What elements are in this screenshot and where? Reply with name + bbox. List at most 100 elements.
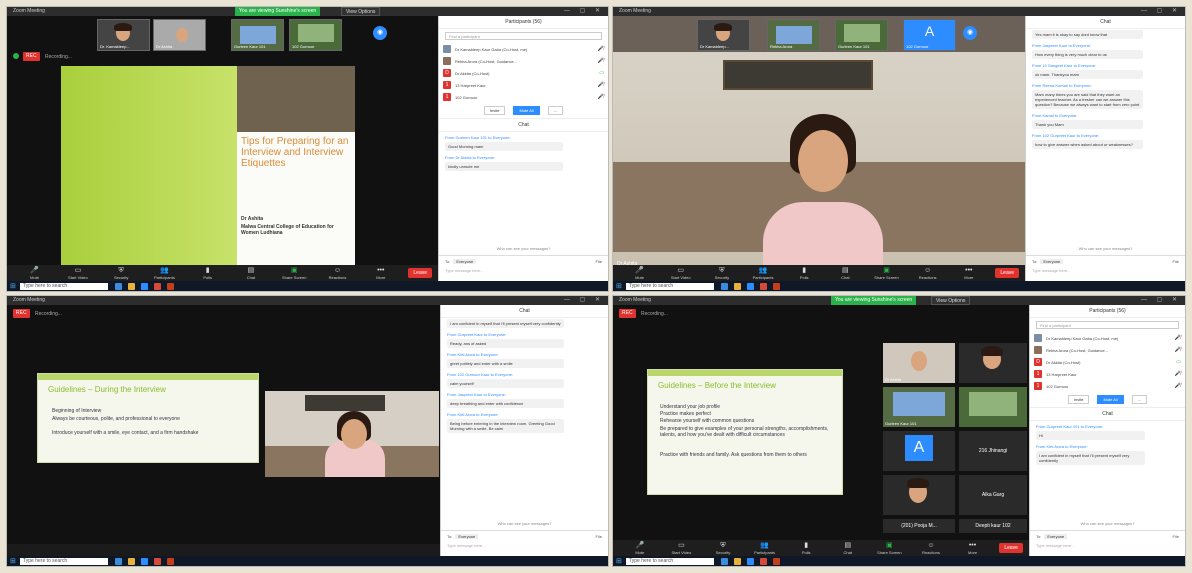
participant-row[interactable]: 1 102 Gurnoor 🎤̸: [1030, 380, 1185, 392]
chrome-icon[interactable]: [154, 557, 161, 565]
gallery-tile[interactable]: Deepti kaur 102: [959, 519, 1027, 533]
window-controls[interactable]: — ▢ ✕: [564, 7, 604, 16]
folder-icon[interactable]: [734, 282, 741, 290]
windows-start-icon[interactable]: ⊞: [10, 557, 20, 565]
security-button[interactable]: ⛨ Security: [701, 267, 742, 280]
file-button[interactable]: File: [1173, 534, 1179, 539]
mute-button[interactable]: 🎤 Mute: [13, 267, 56, 280]
participant-thumbnail[interactable]: Gurleen Kaur 101: [835, 19, 888, 51]
chat-input[interactable]: Type message here...: [447, 543, 602, 548]
share-screen-button[interactable]: ▣ Share Screen: [273, 267, 316, 280]
chrome-icon[interactable]: [760, 282, 767, 290]
participant-thumbnail[interactable]: A 102 Gurnoor: [903, 19, 956, 51]
gallery-tile[interactable]: Dr Ashita: [883, 343, 955, 383]
mic-muted-icon[interactable]: 🎤̸: [598, 82, 604, 88]
chat-input[interactable]: Type message here...: [445, 268, 602, 273]
participant-thumbnail[interactable]: Rekha Arora: [767, 19, 820, 51]
chat-input[interactable]: Type message here...: [1032, 268, 1179, 273]
mic-muted-icon[interactable]: 🎤̸: [598, 46, 604, 52]
gallery-tile[interactable]: [883, 475, 955, 515]
mute-button[interactable]: 🎤 Mute: [619, 542, 661, 555]
chat-input[interactable]: Type message here...: [1036, 543, 1179, 548]
leave-button[interactable]: Leave: [999, 543, 1023, 553]
zoom-icon[interactable]: [141, 282, 148, 290]
mic-muted-icon[interactable]: 🎤̸: [1175, 347, 1181, 353]
taskbar-search-input[interactable]: Type here to search: [626, 557, 714, 565]
more-button[interactable]: ••• More: [952, 542, 994, 555]
participant-thumbnail[interactable]: Dr Ashita: [153, 19, 206, 51]
participant-thumbnail[interactable]: 102 Gurnoor: [289, 19, 342, 51]
chat-recipient-select[interactable]: Everyone: [1044, 534, 1068, 539]
who-can-see-link[interactable]: Who can see your messages?: [441, 519, 608, 528]
reactions-button[interactable]: ☺ Reactions: [907, 267, 948, 280]
video-icon[interactable]: ▭: [599, 70, 604, 76]
chat-button[interactable]: ▤ Chat: [825, 267, 866, 280]
share-screen-button[interactable]: ▣ Share Screen: [869, 542, 911, 555]
view-options-button[interactable]: View Options: [341, 7, 381, 16]
taskbar-search-input[interactable]: Type here to search: [626, 282, 714, 290]
mic-muted-icon[interactable]: 🎤̸: [1175, 371, 1181, 377]
start-video-button[interactable]: ▭ Start Video: [661, 542, 703, 555]
gallery-tile[interactable]: (201) Pooja M...: [883, 519, 955, 533]
more-options-button[interactable]: ...: [1131, 395, 1148, 404]
edge-icon[interactable]: [721, 282, 728, 290]
mic-muted-icon[interactable]: 🎤̸: [598, 94, 604, 100]
chat-recipient-select[interactable]: Everyone: [455, 534, 479, 539]
folder-icon[interactable]: [128, 557, 135, 565]
gallery-tile[interactable]: 216 Jhinangi: [959, 431, 1027, 471]
mute-all-button[interactable]: Mute All: [513, 106, 540, 115]
participant-row[interactable]: Dr Kamaldeep Kaur Gaba (Co-Host, me) 🎤̸: [1030, 332, 1185, 344]
leave-button[interactable]: Leave: [995, 268, 1020, 278]
gallery-tile[interactable]: [959, 343, 1027, 383]
window-controls[interactable]: — ▢ ✕: [564, 296, 604, 305]
file-button[interactable]: File: [596, 259, 602, 264]
window-controls[interactable]: — ▢ ✕: [1141, 296, 1181, 305]
chat-recipient-select[interactable]: Everyone: [453, 259, 477, 264]
mute-all-button[interactable]: Mute All: [1097, 395, 1124, 404]
security-button[interactable]: ⛨ Security: [100, 267, 143, 280]
chat-button[interactable]: ▤ Chat: [229, 267, 272, 280]
powerpoint-icon[interactable]: [167, 282, 174, 290]
windows-start-icon[interactable]: ⊞: [616, 282, 626, 290]
reactions-button[interactable]: ☺ Reactions: [316, 267, 359, 280]
invite-button[interactable]: Invite: [1067, 395, 1090, 404]
video-icon[interactable]: ▭: [1176, 359, 1181, 365]
zoom-icon[interactable]: [747, 282, 754, 290]
share-icon[interactable]: ◉: [963, 26, 977, 40]
start-video-button[interactable]: ▭ Start Video: [56, 267, 99, 280]
edge-icon[interactable]: [721, 557, 728, 565]
start-video-button[interactable]: ▭ Start Video: [660, 267, 701, 280]
window-controls[interactable]: — ▢ ✕: [1141, 7, 1181, 16]
zoom-icon[interactable]: [141, 557, 148, 565]
polls-button[interactable]: ▮ Polls: [785, 542, 827, 555]
participants-button[interactable]: 👥 Participants: [744, 542, 786, 555]
chrome-icon[interactable]: [154, 282, 161, 290]
polls-button[interactable]: ▮ Polls: [186, 267, 229, 280]
gallery-tile[interactable]: [959, 387, 1027, 427]
powerpoint-icon[interactable]: [773, 557, 780, 565]
edge-icon[interactable]: [115, 282, 122, 290]
powerpoint-icon[interactable]: [167, 557, 174, 565]
participant-row[interactable]: Rekha Arora (Co-Host, Guidance... 🎤̸: [439, 55, 608, 67]
mic-muted-icon[interactable]: 🎤̸: [598, 58, 604, 64]
find-participant-input[interactable]: Find a participant: [445, 32, 602, 40]
windows-start-icon[interactable]: ⊞: [616, 557, 626, 565]
more-button[interactable]: ••• More: [359, 267, 402, 280]
find-participant-input[interactable]: Find a participant: [1036, 321, 1179, 329]
share-icon[interactable]: ◉: [373, 26, 387, 40]
file-button[interactable]: File: [596, 534, 602, 539]
edge-icon[interactable]: [115, 557, 122, 565]
who-can-see-link[interactable]: Who can see your messages?: [1026, 244, 1185, 253]
participants-button[interactable]: 👥 Participants: [742, 267, 783, 280]
who-can-see-link[interactable]: Who can see your messages?: [1030, 519, 1185, 528]
mic-muted-icon[interactable]: 🎤̸: [1175, 383, 1181, 389]
zoom-icon[interactable]: [747, 557, 754, 565]
participant-thumbnail[interactable]: Gurleen Kaur 101: [231, 19, 284, 51]
windows-start-icon[interactable]: ⊞: [10, 282, 20, 290]
polls-button[interactable]: ▮ Polls: [784, 267, 825, 280]
participant-thumbnail[interactable]: Dr Kamaldeep...: [697, 19, 750, 51]
file-button[interactable]: File: [1173, 259, 1179, 264]
participant-thumbnail[interactable]: Dr. Kamaldeep...: [97, 19, 150, 51]
leave-button[interactable]: Leave: [408, 268, 433, 278]
taskbar-search-input[interactable]: Type here to search: [20, 557, 108, 565]
